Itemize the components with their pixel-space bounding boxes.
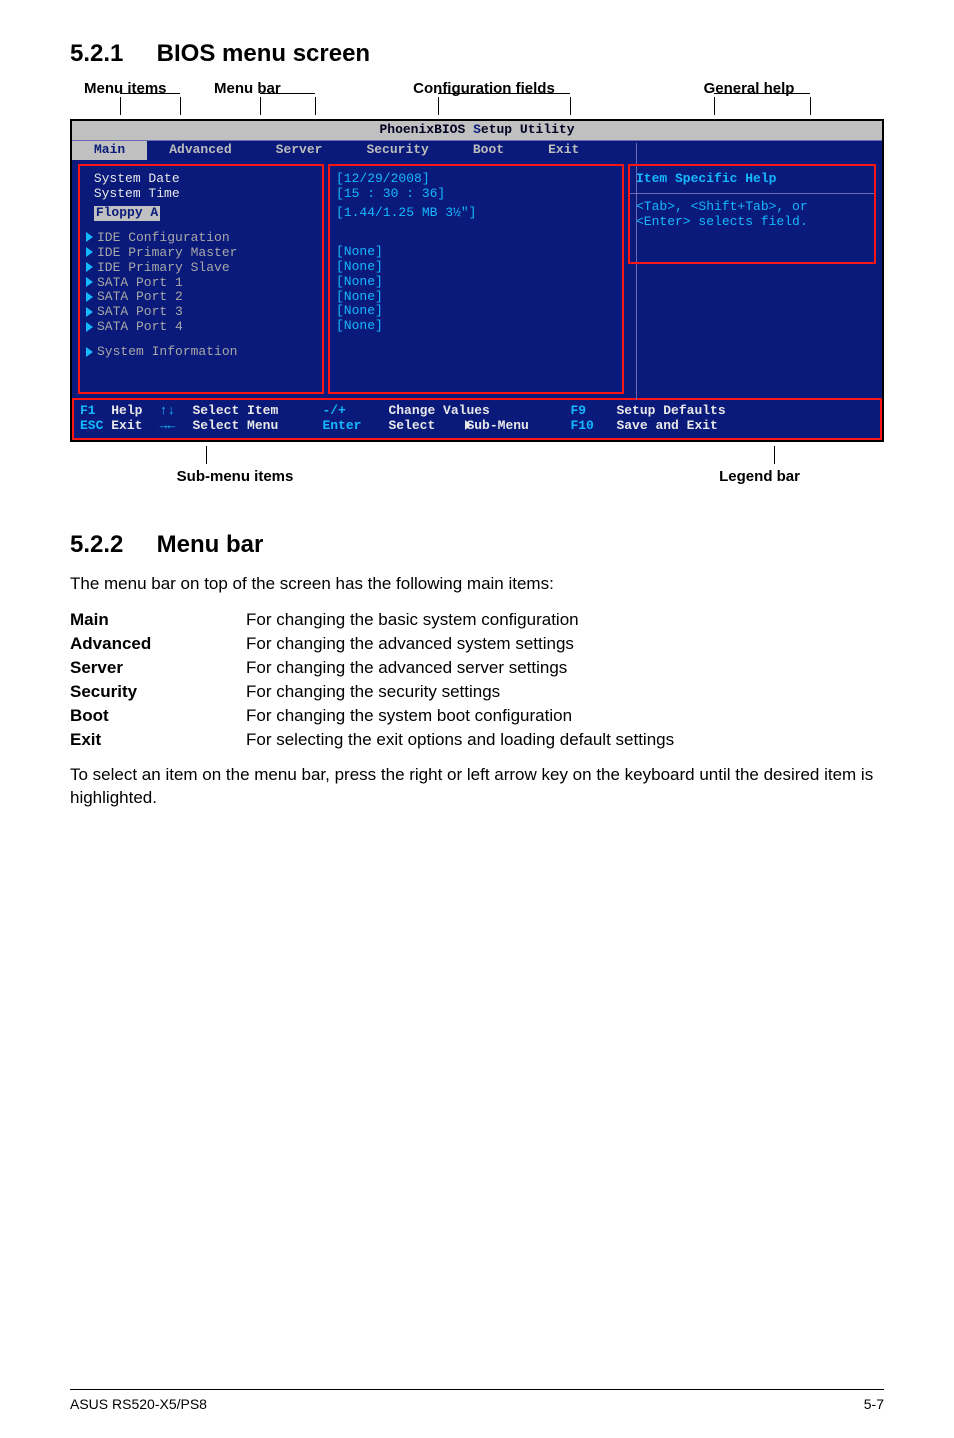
annot-menu-items: Menu items	[70, 80, 214, 97]
def-desc-main: For changing the basic system configurat…	[246, 610, 884, 630]
section-title: Menu bar	[157, 531, 264, 558]
def-term-security: Security	[70, 682, 246, 702]
bios-screenshot: PhoenixBIOS Setup Utility Main Advanced …	[70, 119, 884, 442]
item-ide-configuration[interactable]: IDE Configuration	[86, 231, 316, 246]
def-desc-boot: For changing the system boot configurati…	[246, 706, 884, 726]
legend-label-change-values: Change Values	[388, 404, 570, 419]
bios-values-pane: [12/29/2008] [15 : 30 : 36] [1.44/1.25 M…	[328, 164, 624, 394]
bios-legend-bar: F1 Help ESC Exit ↑↓ →← Select Item Selec…	[72, 398, 882, 440]
def-desc-security: For changing the security settings	[246, 682, 884, 702]
item-system-date[interactable]: System Date	[86, 172, 316, 187]
item-sata-port-1[interactable]: SATA Port 1	[86, 276, 316, 291]
annotation-ticks-bottom	[70, 442, 884, 464]
bottom-annotations: Sub-menu items Legend bar	[70, 468, 884, 485]
annot-sub-menu-items: Sub-menu items	[70, 468, 400, 485]
value-ide-primary-master: [None]	[336, 245, 616, 260]
legend-key-f1: F1	[80, 403, 96, 418]
intro-paragraph: The menu bar on top of the screen has th…	[70, 573, 884, 596]
tab-main[interactable]: Main	[72, 141, 147, 160]
value-system-time[interactable]: [15 : 30 : 36]	[336, 187, 616, 202]
value-sata-port-1: [None]	[336, 275, 616, 290]
item-sata-port-3[interactable]: SATA Port 3	[86, 305, 316, 320]
def-term-server: Server	[70, 658, 246, 678]
tab-advanced[interactable]: Advanced	[147, 141, 253, 160]
legend-label-exit: Exit	[111, 418, 142, 433]
legend-key-leftright: →←	[142, 419, 192, 434]
help-text: <Tab>, <Shift+Tab>, or <Enter> selects f…	[636, 200, 868, 230]
legend-key-updown: ↑↓	[142, 404, 192, 419]
legend-key-enter: Enter	[322, 419, 388, 434]
value-sata-port-4: [None]	[336, 319, 616, 334]
help-divider	[630, 193, 874, 194]
submenu-arrow-icon	[86, 292, 93, 302]
submenu-list: IDE Configuration IDE Primary Master IDE…	[86, 231, 316, 361]
page-footer: ASUS RS520-X5/PS8 5-7	[70, 1389, 884, 1412]
def-desc-advanced: For changing the advanced system setting…	[246, 634, 884, 654]
footer-left: ASUS RS520-X5/PS8	[70, 1396, 207, 1412]
value-sata-port-2: [None]	[336, 290, 616, 305]
item-system-information[interactable]: System Information	[86, 345, 316, 360]
tab-exit[interactable]: Exit	[526, 141, 601, 160]
legend-label-select-submenu: Select Sub-Menu	[388, 419, 570, 434]
bios-title-s: S	[473, 122, 481, 137]
annot-menu-bar: Menu bar	[214, 80, 354, 97]
submenu-arrow-icon	[86, 277, 93, 287]
def-desc-exit: For selecting the exit options and loadi…	[246, 730, 884, 750]
submenu-arrow-icon	[86, 347, 93, 357]
legend-label-select-item: Select Item	[192, 404, 322, 419]
annotation-ticks-top	[70, 97, 884, 119]
def-desc-server: For changing the advanced server setting…	[246, 658, 884, 678]
item-system-time[interactable]: System Time	[86, 187, 316, 202]
section-heading-522: 5.2.2 Menu bar	[70, 531, 884, 559]
bios-title-bar: PhoenixBIOS Setup Utility	[72, 121, 882, 140]
legend-label-select-menu: Select Menu	[192, 419, 322, 434]
def-term-exit: Exit	[70, 730, 246, 750]
submenu-arrow-icon	[86, 247, 93, 257]
value-sata-port-3: [None]	[336, 304, 616, 319]
submenu-arrow-icon	[86, 262, 93, 272]
tab-security[interactable]: Security	[344, 141, 450, 160]
item-ide-primary-slave[interactable]: IDE Primary Slave	[86, 261, 316, 276]
tab-server[interactable]: Server	[254, 141, 345, 160]
def-term-boot: Boot	[70, 706, 246, 726]
annot-legend-bar: Legend bar	[400, 468, 884, 485]
item-sata-port-4[interactable]: SATA Port 4	[86, 320, 316, 335]
submenu-arrow-icon	[86, 322, 93, 332]
value-floppy-a[interactable]: [1.44/1.25 MB 3½"]	[336, 206, 616, 221]
value-system-date[interactable]: [12/29/2008]	[336, 172, 616, 187]
def-term-main: Main	[70, 610, 246, 630]
item-floppy-a[interactable]: Floppy A	[86, 206, 316, 221]
value-ide-primary-slave: [None]	[336, 260, 616, 275]
help-title: Item Specific Help	[636, 172, 868, 187]
submenu-arrow-icon	[86, 232, 93, 242]
legend-label-save-exit: Save and Exit	[616, 419, 725, 434]
section-number: 5.2.1	[70, 40, 150, 68]
legend-key-f9: F9	[570, 404, 616, 419]
definition-list: MainFor changing the basic system config…	[70, 610, 884, 750]
bios-title-right: etup Utility	[481, 122, 575, 137]
top-annotations: Menu items Menu bar Configuration fields…	[70, 80, 884, 97]
submenu-triangle-icon	[465, 420, 471, 430]
submenu-arrow-icon	[86, 307, 93, 317]
annot-config-fields: Configuration fields	[354, 80, 614, 97]
def-term-advanced: Advanced	[70, 634, 246, 654]
footer-right: 5-7	[864, 1396, 884, 1412]
legend-key-plusminus: -/+	[322, 404, 388, 419]
bios-help-pane: Item Specific Help <Tab>, <Shift+Tab>, o…	[628, 164, 876, 394]
bios-title-left: PhoenixBIOS	[379, 122, 473, 137]
item-sata-port-2[interactable]: SATA Port 2	[86, 290, 316, 305]
section-heading-521: 5.2.1 BIOS menu screen	[70, 40, 884, 68]
outro-paragraph: To select an item on the menu bar, press…	[70, 764, 884, 810]
legend-label-help: Help	[111, 403, 142, 418]
section-number: 5.2.2	[70, 531, 150, 559]
legend-key-esc: ESC	[80, 418, 103, 433]
bios-left-pane: System Date System Time Floppy A IDE Con…	[78, 164, 324, 394]
bios-menu-bar: Main Advanced Server Security Boot Exit	[72, 140, 882, 160]
item-ide-primary-master[interactable]: IDE Primary Master	[86, 246, 316, 261]
legend-key-f10: F10	[570, 419, 616, 434]
tab-boot[interactable]: Boot	[451, 141, 526, 160]
annot-general-help: General help	[614, 80, 884, 97]
legend-label-setup-defaults: Setup Defaults	[616, 404, 725, 419]
section-title: BIOS menu screen	[157, 40, 370, 67]
